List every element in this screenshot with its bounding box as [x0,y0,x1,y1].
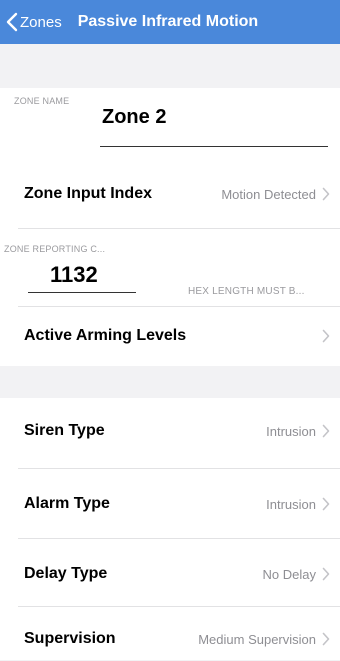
back-button-label: Zones [20,13,62,31]
zone-name-caption: ZONE NAME [14,96,70,106]
chevron-right-icon [322,424,330,438]
alarm-type-row[interactable]: Alarm Type Intrusion [0,474,340,534]
zone-reporting-code-caption: ZONE REPORTING C... [4,244,106,254]
active-arming-levels-row[interactable]: Active Arming Levels [0,306,340,366]
delay-type-label: Delay Type [24,565,108,582]
chevron-right-icon [322,497,330,511]
chevron-right-icon [322,567,330,581]
supervision-label: Supervision [24,630,116,647]
zone-name-underline [100,146,328,147]
page-title: Passive Infrared Motion [77,13,259,30]
zone-input-index-row[interactable]: Zone Input Index Motion Detected [0,164,340,224]
chevron-left-icon [6,12,18,32]
zone-reporting-code-input[interactable]: 1132 [50,262,98,288]
chevron-right-icon [322,329,330,343]
alarm-type-label: Alarm Type [24,495,110,512]
divider [18,538,340,539]
divider [18,606,340,607]
chevron-right-icon [322,187,330,201]
chevron-right-icon [322,632,330,646]
navigation-bar: Zones Passive Infrared Motion [0,0,340,44]
siren-type-value: Intrusion [266,423,316,439]
divider [18,228,340,229]
supervision-row[interactable]: Supervision Medium Supervision [0,617,340,661]
alarm-type-value: Intrusion [266,496,316,512]
zone-input-index-label: Zone Input Index [24,185,152,202]
delay-type-row[interactable]: Delay Type No Delay [0,544,340,604]
divider [18,468,340,469]
delay-type-value: No Delay [262,566,316,582]
supervision-value: Medium Supervision [198,631,316,647]
active-arming-levels-label: Active Arming Levels [24,327,187,344]
back-button[interactable]: Zones [6,12,62,32]
siren-type-label: Siren Type [24,422,105,439]
zone-name-input[interactable]: Zone 2 [102,106,166,129]
hex-length-hint: HEX LENGTH MUST B... [188,286,305,297]
zone-input-index-value: Motion Detected [221,186,316,202]
zone-reporting-code-underline [28,292,136,293]
siren-type-row[interactable]: Siren Type Intrusion [0,401,340,461]
